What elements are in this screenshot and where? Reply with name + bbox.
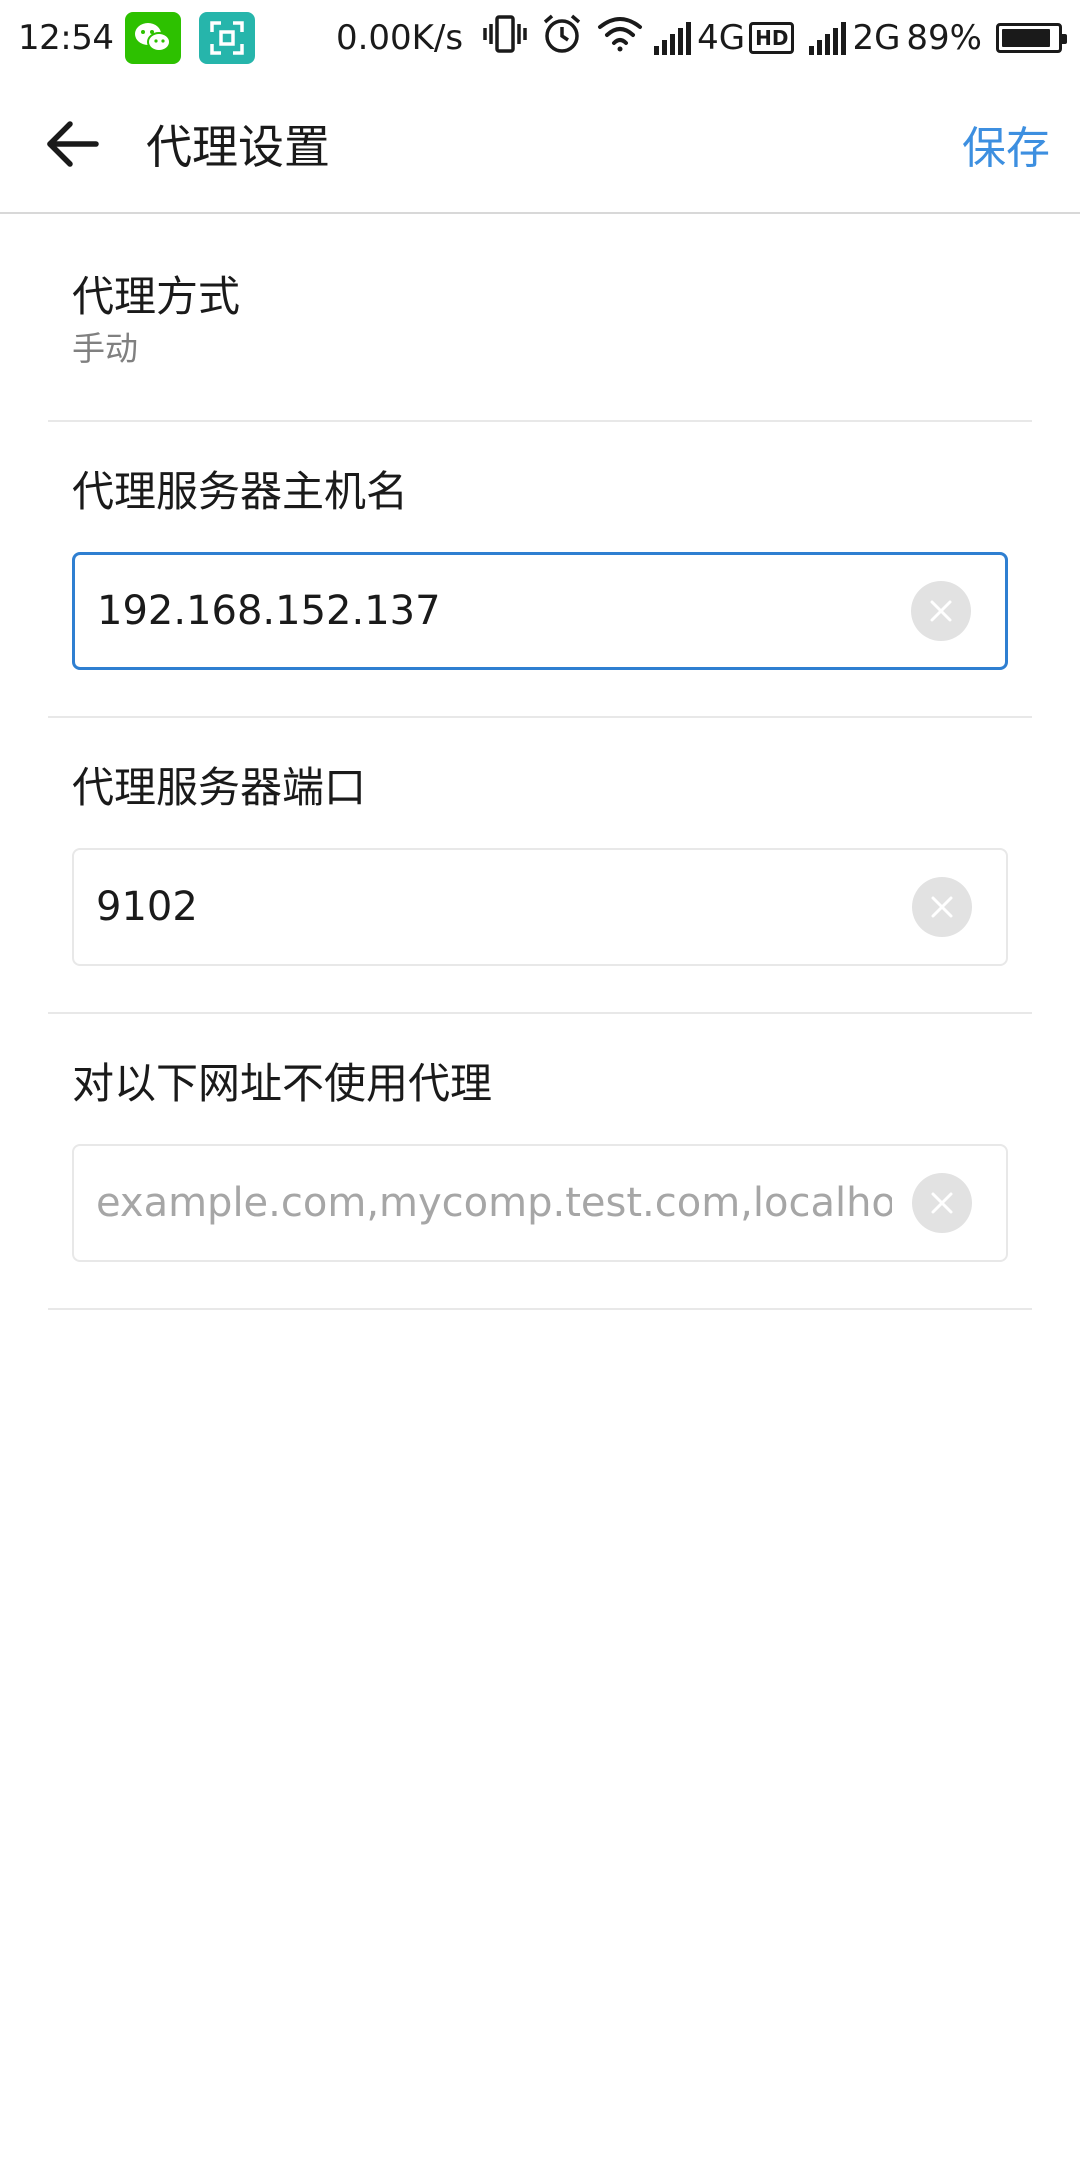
bypass-clear-button[interactable] bbox=[912, 1173, 972, 1233]
back-button[interactable] bbox=[32, 104, 112, 184]
proxy-mode-item[interactable]: 代理方式 手动 bbox=[48, 216, 1032, 422]
status-time: 12:54 bbox=[18, 18, 114, 58]
sim2-network-type: 2G bbox=[852, 18, 901, 58]
port-input[interactable]: 9102 bbox=[72, 848, 1008, 966]
save-button[interactable]: 保存 bbox=[962, 102, 1050, 186]
vibrate-icon bbox=[483, 14, 527, 63]
wifi-icon bbox=[597, 15, 643, 62]
proxy-mode-value: 手动 bbox=[72, 329, 138, 368]
hostname-value[interactable]: 192.168.152.137 bbox=[97, 588, 891, 634]
port-clear-button[interactable] bbox=[912, 877, 972, 937]
hostname-input[interactable]: 192.168.152.137 bbox=[72, 552, 1008, 670]
battery-percent: 89% bbox=[906, 18, 982, 58]
sim2-signal: 2G bbox=[808, 18, 900, 58]
signal-icon bbox=[654, 22, 692, 55]
scan-icon bbox=[199, 12, 256, 64]
close-icon bbox=[931, 896, 953, 918]
status-right: 0.00K/s 4G HD 2G 89% bbox=[322, 13, 1067, 64]
arrow-left-icon bbox=[47, 121, 99, 167]
battery-fill bbox=[1002, 29, 1051, 47]
close-icon bbox=[931, 1192, 953, 1214]
page-title: 代理设置 bbox=[146, 120, 330, 174]
signal-icon bbox=[809, 22, 847, 55]
sim1-signal: 4G HD bbox=[653, 18, 795, 58]
app-bar: 代理设置 保存 bbox=[0, 76, 1080, 214]
alarm-icon bbox=[541, 13, 583, 64]
bypass-placeholder[interactable]: example.com,mycomp.test.com,localhost bbox=[96, 1180, 892, 1226]
bypass-section: 对以下网址不使用代理 example.com,mycomp.test.com,l… bbox=[48, 1014, 1032, 1310]
proxy-mode-title: 代理方式 bbox=[72, 272, 241, 321]
status-left: 12:54 bbox=[18, 12, 273, 64]
port-section: 代理服务器端口 9102 bbox=[48, 718, 1032, 1014]
status-bar: 12:54 0.00K/s 4G HD 2G 89% bbox=[0, 0, 1080, 76]
proxy-settings-content: 代理方式 手动 代理服务器主机名 192.168.152.137 代理服务器端口… bbox=[0, 216, 1080, 1310]
wechat-icon bbox=[125, 12, 182, 64]
sim1-network-type: 4G bbox=[697, 18, 746, 58]
port-value[interactable]: 9102 bbox=[96, 884, 892, 930]
bypass-input[interactable]: example.com,mycomp.test.com,localhost bbox=[72, 1144, 1008, 1262]
close-icon bbox=[930, 600, 952, 622]
battery-icon bbox=[996, 23, 1067, 53]
hd-badge: HD bbox=[749, 22, 795, 54]
bypass-label: 对以下网址不使用代理 bbox=[72, 1059, 493, 1108]
hostname-clear-button[interactable] bbox=[911, 581, 971, 641]
port-label: 代理服务器端口 bbox=[72, 763, 367, 812]
net-speed: 0.00K/s bbox=[335, 18, 464, 58]
hostname-label: 代理服务器主机名 bbox=[72, 467, 409, 516]
hostname-section: 代理服务器主机名 192.168.152.137 bbox=[48, 422, 1032, 718]
